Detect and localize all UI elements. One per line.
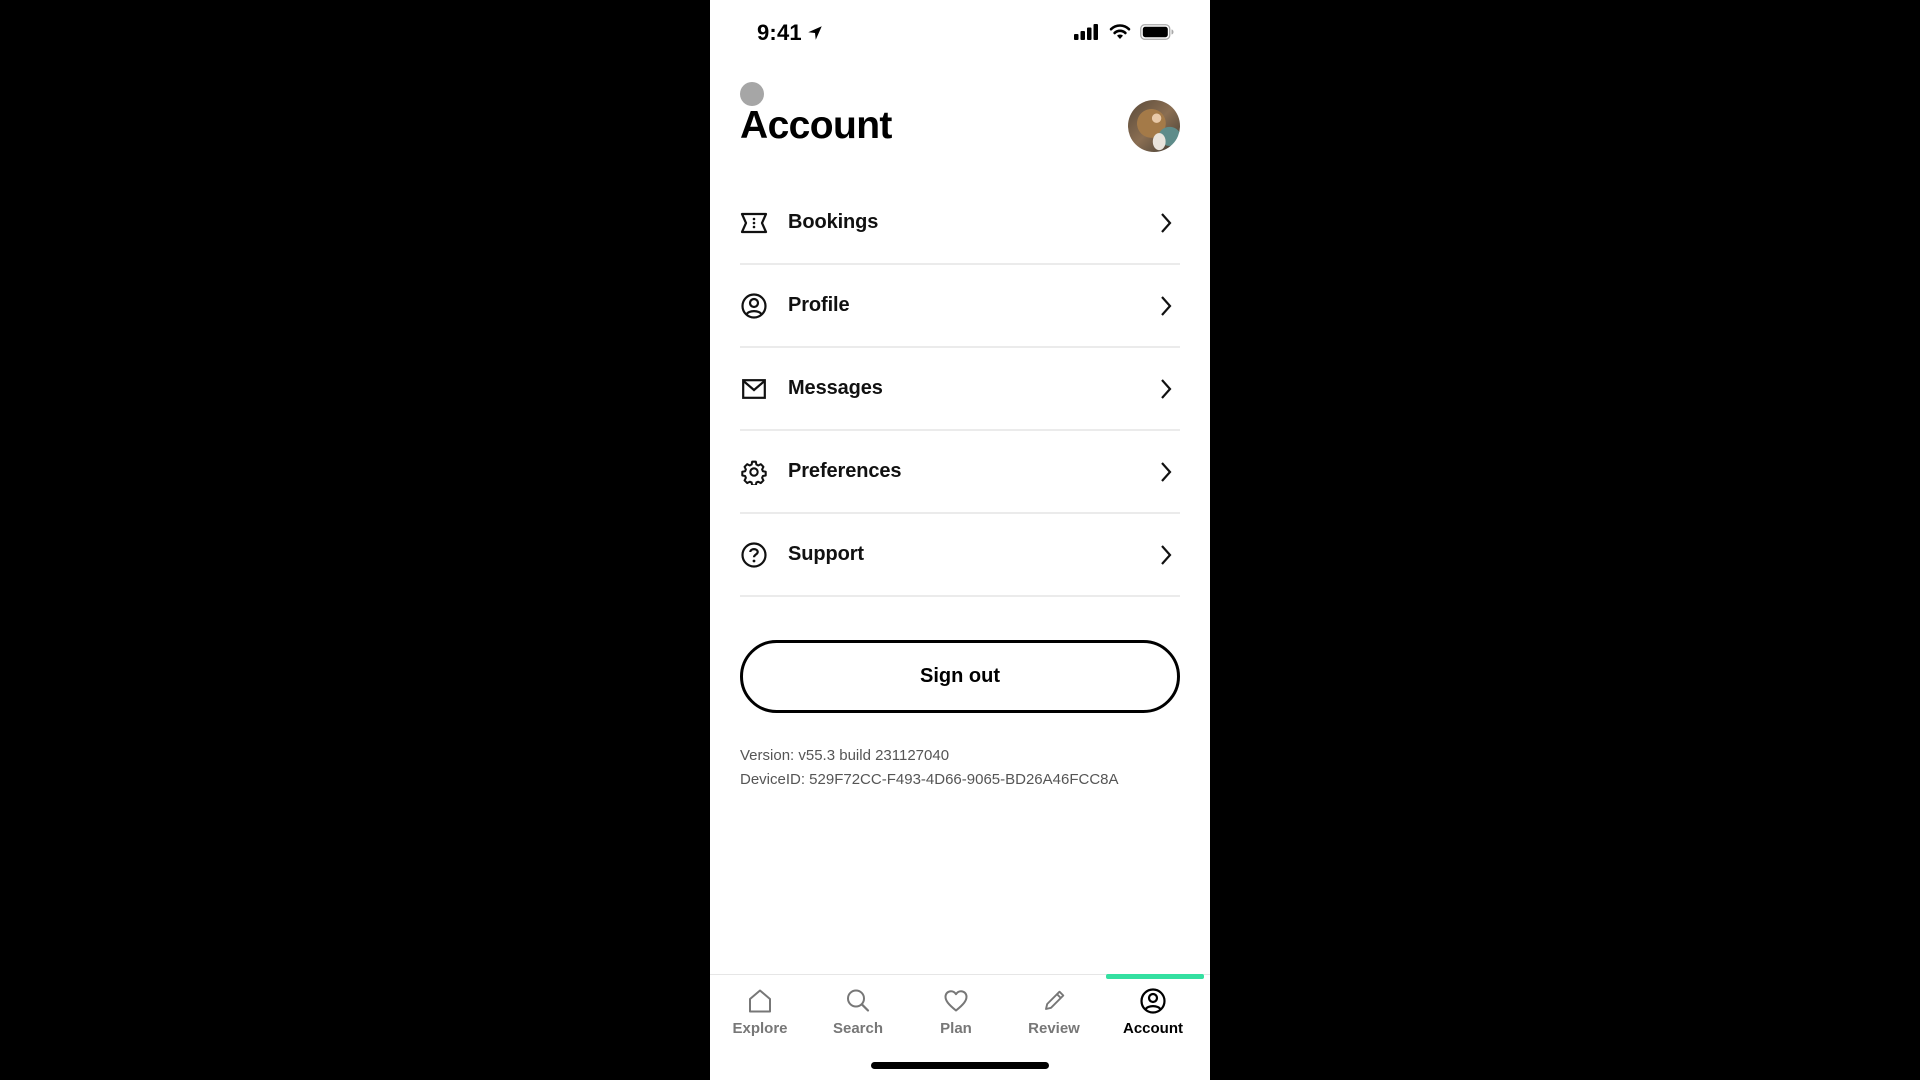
account-menu: Bookings Profile Messages Preferences Su… [740,182,1180,597]
status-bar: 9:41 [710,0,1210,66]
location-arrow-icon [808,26,822,40]
menu-item-label: Support [788,543,864,565]
home-indicator[interactable] [871,1062,1049,1069]
menu-item-label: Profile [788,294,850,316]
tab-explore[interactable]: Explore [710,987,810,1047]
tab-label: Search [832,1020,884,1037]
signal-icon [1074,24,1098,40]
menu-item-profile[interactable]: Profile [740,265,1180,348]
pencil-icon [1045,990,1065,1010]
chevron-right-icon [1161,378,1172,399]
status-time-group: 9:41 [757,20,824,46]
active-tab-indicator [1106,974,1204,979]
status-icons [1074,24,1174,40]
chevron-right-icon [1161,544,1172,565]
app-meta: Version: v55.3 build 231127040 DeviceID:… [740,744,1119,792]
battery-icon [1140,24,1174,40]
gear-icon [740,458,768,486]
version-text: Version: v55.3 build 231127040 [740,747,950,764]
tab-search[interactable]: Search [808,987,908,1047]
menu-item-bookings[interactable]: Bookings [740,182,1180,265]
menu-item-messages[interactable]: Messages [740,348,1180,431]
menu-item-label: Bookings [788,211,879,233]
menu-item-label: Preferences [788,460,902,482]
tab-label: Plan [940,1020,972,1037]
chevron-right-icon [1161,212,1172,233]
phone-screen: 9:41 Account Bookings Profile Messages P… [710,0,1210,1080]
envelope-icon [740,375,768,403]
question-circle-icon [740,541,768,569]
indicator-dot [740,82,764,106]
status-time: 9:41 [757,20,802,45]
page-title: Account [740,104,892,147]
user-circle-icon [740,292,768,320]
tab-label: Explore [732,1020,788,1037]
menu-item-support[interactable]: Support [740,514,1180,597]
chevron-right-icon [1161,295,1172,316]
avatar[interactable] [1128,100,1180,152]
tab-plan[interactable]: Plan [906,987,1006,1047]
menu-item-label: Messages [788,377,883,399]
wifi-icon [1109,24,1131,39]
tab-account[interactable]: Account [1103,987,1203,1047]
search-icon [847,989,870,1012]
user-circle-icon [1140,988,1166,1014]
home-icon [749,989,771,1013]
sign-out-button[interactable]: Sign out [740,640,1180,713]
heart-icon [944,990,968,1012]
tab-label: Account [1123,1020,1183,1037]
tab-label: Review [1028,1020,1080,1037]
ticket-icon [740,209,768,237]
tab-review[interactable]: Review [1004,987,1104,1047]
menu-item-preferences[interactable]: Preferences [740,431,1180,514]
chevron-right-icon [1161,461,1172,482]
device-id-text: DeviceID: 529F72CC-F493-4D66-9065-BD26A4… [740,771,1119,788]
